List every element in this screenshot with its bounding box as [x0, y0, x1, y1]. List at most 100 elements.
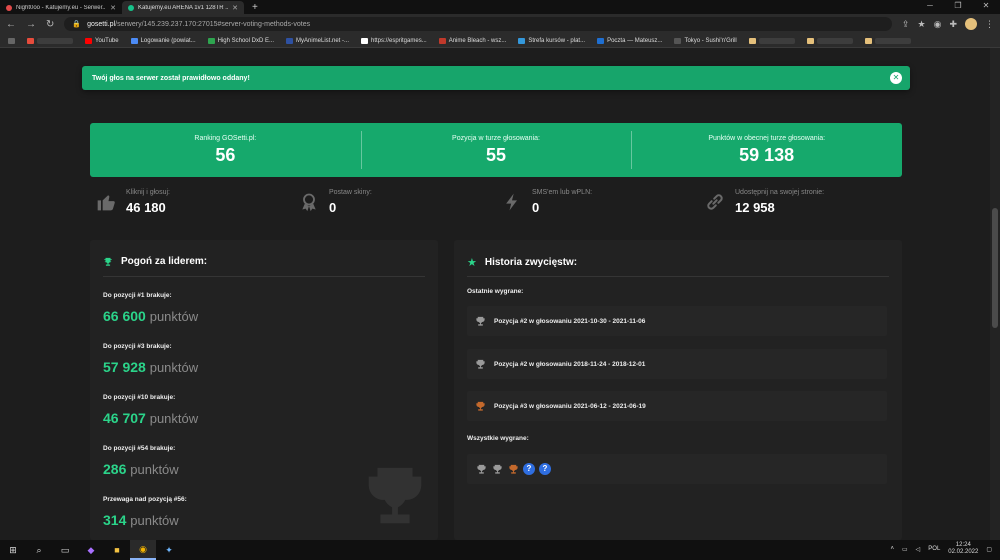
bookmark-item[interactable]: Tokyo - Sushi'n'Grill [674, 37, 737, 44]
network-icon[interactable]: ▭ [902, 546, 908, 553]
steam-icon[interactable]: ✦ [156, 540, 182, 560]
mini-stat-click-vote: Kliknij i głosuj: 46 180 [90, 182, 293, 222]
windows-taskbar: ⊞ ⌕ ▭ ◆ ■ ◉ ✦ ˄ ▭ ◁ POL 12:24 02.02.2022… [0, 540, 1000, 560]
silver-trophy-icon [476, 316, 485, 326]
win-row: Pozycja #2 w głosowaniu 2021-10-30 - 202… [467, 306, 887, 336]
bookmark-item[interactable] [27, 37, 73, 44]
mini-stat-value: 46 180 [126, 200, 166, 215]
browser-tab-strip: Night0oo - Katujemy.eu - Serwer... ✕ Kat… [0, 0, 1000, 14]
silver-trophy-icon[interactable] [475, 463, 487, 475]
language-indicator[interactable]: POL [928, 546, 940, 552]
unknown-win-icon[interactable]: ? [523, 463, 535, 475]
apps-icon[interactable] [8, 37, 15, 44]
clock[interactable]: 12:24 02.02.2022 [948, 542, 978, 556]
profile-avatar[interactable] [965, 18, 977, 30]
bookmark-item[interactable]: Poczta — Mateusz... [597, 37, 663, 44]
mini-stat-label: Kliknij i głosuj: [126, 189, 170, 196]
bookmarks-bar: YouTube Logowanie (powiat... High School… [0, 34, 1000, 48]
bookmark-placeholder [874, 37, 911, 44]
mini-stat-skins: Postaw skiny: 0 [293, 182, 496, 222]
notifications-icon[interactable]: ▢ [986, 546, 992, 553]
chrome-icon[interactable]: ◉ [130, 540, 156, 560]
bookmark-item[interactable]: https://espritgames... [361, 37, 427, 44]
ranking-stats-banner: Ranking GOSetti.pl: 56 Pozycja w turze g… [90, 123, 902, 177]
menu-icon[interactable]: ⋮ [985, 19, 994, 30]
bookmark-label: YouTube [95, 37, 119, 44]
mini-stat-share: Udostępnij na swojej stronie: 12 958 [699, 182, 902, 222]
bookmark-placeholder [816, 37, 853, 44]
page-scrollbar[interactable] [990, 48, 1000, 540]
browser-tab-2[interactable]: Katujemy.eu ARENA 1v1 128TR ... ✕ [122, 1, 244, 14]
notice-close-icon[interactable]: ✕ [890, 72, 902, 84]
stat-value: 56 [215, 144, 236, 165]
mini-stat-value: 0 [532, 200, 540, 215]
reload-icon[interactable]: ↻ [46, 19, 54, 30]
gap-label: Do pozycji #10 brakuje: [103, 394, 176, 401]
win-row: Pozycja #3 w głosowaniu 2021-06-12 - 202… [467, 391, 887, 421]
windows-start-icon[interactable]: ⊞ [0, 540, 26, 560]
bronze-trophy-icon[interactable] [507, 463, 519, 475]
extension-icon[interactable]: ◉ [934, 19, 942, 30]
url-bar[interactable]: 🔒 gosetti.pl/serwery/145.239.237.170:270… [64, 17, 892, 31]
extensions-area: ⇪ ★ ◉ ✚ ⋮ [902, 18, 994, 30]
divider [467, 276, 889, 277]
bookmark-label: MyAnimeList.net -... [295, 37, 349, 44]
maximize-icon[interactable]: ❐ [944, 0, 972, 12]
gap-value: 286 [103, 461, 127, 477]
new-tab-button[interactable]: + [244, 2, 266, 14]
gap-label: Do pozycji #3 brakuje: [103, 343, 172, 350]
gap-label: Do pozycji #1 brakuje: [103, 292, 172, 299]
bookmark-star-icon[interactable]: ★ [918, 19, 926, 30]
bookmark-folder[interactable] [864, 37, 911, 44]
gap-unit: punktów [130, 462, 179, 477]
unknown-win-icon[interactable]: ? [539, 463, 551, 475]
thumbs-up-icon [97, 195, 115, 211]
mini-stat-value: 0 [329, 200, 337, 215]
bookmark-label: Poczta — Mateusz... [607, 37, 663, 44]
browser-tab-1[interactable]: Night0oo - Katujemy.eu - Serwer... ✕ [0, 1, 122, 14]
page-content: Twój głos na serwer został prawidłowo od… [0, 48, 1000, 540]
tab-title: Katujemy.eu ARENA 1v1 128TR ... [138, 4, 229, 11]
clock-date: 02.02.2022 [948, 549, 979, 555]
mini-stat-label: Udostępnij na swojej stronie: [735, 189, 825, 196]
gap-unit: punktów [130, 513, 179, 528]
task-view-icon[interactable]: ▭ [52, 540, 78, 560]
bookmark-item[interactable]: Logowanie (powiat... [130, 37, 196, 44]
bookmark-item[interactable]: Strefa kursów - plat... [518, 37, 586, 44]
vote-success-notice: Twój głos na serwer został prawidłowo od… [82, 66, 910, 90]
recent-wins-label: Ostatnie wygrane: [467, 288, 524, 295]
silver-trophy-icon[interactable] [491, 463, 503, 475]
back-icon[interactable]: ← [6, 19, 16, 30]
volume-icon[interactable]: ◁ [916, 546, 921, 553]
bookmark-folder[interactable] [806, 37, 853, 44]
watermark-trophy-icon [368, 467, 422, 524]
stat-label: Ranking GOSetti.pl: [194, 134, 257, 142]
visual-studio-icon[interactable]: ◆ [78, 540, 104, 560]
mini-stat-label: Postaw skiny: [329, 189, 372, 196]
bookmark-item[interactable]: High School DxD E... [207, 37, 274, 44]
forward-icon[interactable]: → [26, 19, 36, 30]
bookmark-label: Strefa kursów - plat... [528, 37, 586, 44]
close-window-icon[interactable]: ✕ [972, 0, 1000, 12]
file-explorer-icon[interactable]: ■ [104, 540, 130, 560]
bookmark-folder[interactable] [748, 37, 795, 44]
bookmark-item[interactable]: Anime Bleach - wsz... [438, 37, 506, 44]
bookmark-youtube[interactable]: YouTube [85, 37, 119, 44]
share-icon[interactable]: ⇪ [902, 19, 910, 30]
search-icon[interactable]: ⌕ [26, 540, 52, 560]
panel-title-text: Pogoń za liderem: [121, 256, 208, 267]
gap-value: 57 928 [103, 359, 146, 375]
close-tab-icon[interactable]: ✕ [110, 4, 116, 12]
bookmark-item[interactable]: MyAnimeList.net -... [285, 37, 349, 44]
all-wins-icons: ? ? [467, 454, 887, 484]
scrollbar-thumb[interactable] [992, 208, 998, 328]
minimize-icon[interactable]: ─ [916, 0, 944, 12]
tray-chevron-icon[interactable]: ˄ [890, 546, 894, 552]
close-tab-icon[interactable]: ✕ [232, 4, 238, 12]
panel-title: Pogoń za liderem: [103, 256, 207, 267]
address-toolbar: ← → ↻ 🔒 gosetti.pl/serwery/145.239.237.1… [0, 14, 1000, 34]
bookmark-label: High School DxD E... [217, 37, 274, 44]
bookmark-label: Tokyo - Sushi'n'Grill [684, 37, 737, 44]
bookmark-label: https://espritgames... [371, 37, 427, 44]
puzzle-icon[interactable]: ✚ [949, 19, 957, 30]
